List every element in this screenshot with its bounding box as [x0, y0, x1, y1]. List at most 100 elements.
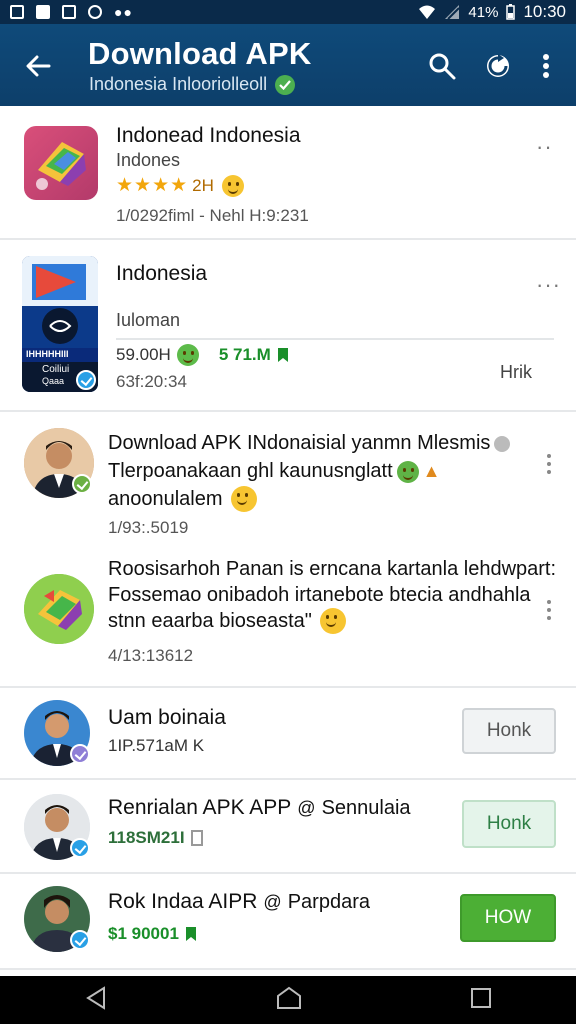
icon-label-top: IHHHHHIII [26, 349, 69, 359]
action-link[interactable]: Hrik [500, 362, 532, 383]
shield-icon [88, 5, 102, 19]
more-vert-icon[interactable] [546, 454, 552, 474]
at-icon: @ [297, 797, 316, 818]
at-icon: @ [263, 891, 282, 912]
globe-icon [494, 435, 511, 452]
app-date: 1/0292fiml - Nehl H:9:231 [116, 206, 309, 225]
search-icon [429, 53, 456, 80]
image-icon [36, 5, 50, 19]
app-name: Indonead Indonesia [116, 124, 301, 147]
user-name: Rok Indaa AIPR [108, 890, 258, 913]
app-date: 63f:20:34 [116, 372, 187, 391]
user-name-line: Rok Indaa AIPR @ Parpdara [108, 890, 370, 914]
user-meta-line: $1 90001 [108, 924, 197, 944]
more-vert-icon [543, 54, 549, 78]
app-stats: 59.00H 5 71.M [116, 344, 289, 366]
fire-icon: ▲ [422, 461, 441, 481]
post-line-2: Tlerpoanakaan ghl kaunusnglatt ▲ [108, 460, 440, 483]
smile-emoji-icon [221, 174, 244, 197]
user-row[interactable]: Renrialan APK APP @ Sennulaia 118SM21I H… [0, 780, 576, 874]
status-bar: ●● 41% 10:30 [0, 0, 576, 24]
post-text: stnn eaarba bioseasta" [108, 609, 312, 632]
app-size: 59.00H [116, 345, 171, 364]
wifi-icon [419, 5, 436, 19]
app-rating: ★★★★ 2H [116, 174, 244, 197]
nav-recents-button[interactable] [470, 987, 492, 1014]
play-store-icon: IHHHHHIII Coiliui Qaaa [22, 256, 98, 392]
download-badge-icon [185, 927, 196, 941]
refresh-button[interactable] [480, 48, 516, 84]
nav-back-button[interactable] [84, 985, 108, 1015]
user-meta: 1IP.571aM K [108, 736, 205, 755]
post-text: Download APK INdonaisial yanmn Mlesmis [108, 432, 491, 454]
lock-icon [190, 830, 203, 846]
download-badge-icon [277, 348, 288, 362]
app-downloads: 5 71.M [218, 345, 271, 364]
user-name: Renrialan APK APP [108, 796, 292, 819]
verified-badge-icon [76, 370, 96, 390]
system-nav-bar [0, 976, 576, 1024]
more-options-button[interactable] [528, 48, 564, 84]
honk-button[interactable]: Honk [462, 800, 556, 848]
grin-emoji-icon [396, 460, 419, 483]
user-row[interactable]: Uam boinaia 1IP.571aM K Honk [0, 688, 576, 780]
more-vert-icon[interactable] [546, 600, 552, 620]
post-text: Tlerpoanakaan ghl kaunusnglatt [108, 460, 393, 482]
rating-text: 2H [192, 175, 214, 195]
verified-badge-icon [70, 838, 90, 858]
verified-badge-icon [70, 930, 90, 950]
user-name: Uam boinaia [108, 706, 226, 729]
icon-label-bottom: Coiliui [42, 364, 70, 375]
app-card[interactable]: Indonead Indonesia Indones ★★★★ 2H 1/029… [0, 106, 576, 240]
user-handle: Parpdara [287, 890, 370, 913]
refresh-icon [487, 54, 509, 77]
icon-label-bottom2: Qaaa [42, 376, 65, 386]
battery-percent: 41% [468, 3, 499, 21]
verified-badge-icon [72, 474, 92, 494]
search-button[interactable] [424, 48, 460, 84]
user-meta-line: 118SM21I [108, 828, 203, 848]
more-horiz-icon[interactable]: ·· [536, 134, 553, 160]
back-triangle-icon [86, 985, 105, 1010]
post-card[interactable]: Download APK INdonaisial yanmn Mlesmis T… [0, 412, 576, 542]
folded-colors-icon [24, 126, 98, 200]
post-line-3: anoonulalem [108, 486, 257, 512]
page-title: Download APK [88, 36, 312, 71]
app-developer: Iuloman [116, 310, 181, 330]
honk-button[interactable]: Honk [462, 708, 556, 754]
rating-stars-icon: ★★★★ [116, 175, 189, 196]
post-date: 1/93:.5019 [108, 518, 189, 537]
smile-emoji-icon [319, 608, 346, 634]
subtitle-text: Indonesia Inlooriolleoll [89, 74, 268, 94]
chat-icon [62, 5, 76, 19]
nav-home-button[interactable] [276, 986, 302, 1015]
post-line-1: Download APK INdonaisial yanmn Mlesmis [108, 432, 511, 455]
post-date: 4/13:13612 [108, 646, 194, 665]
divider [116, 338, 554, 340]
verified-badge-icon [70, 744, 90, 764]
app-card[interactable]: IHHHHHIII Coiliui Qaaa Indonesia Iuloman… [0, 240, 576, 412]
back-arrow-icon [26, 55, 51, 77]
gallery-icon [10, 5, 24, 19]
app-name: Indonesia [116, 262, 208, 285]
verified-check-icon [275, 74, 296, 95]
how-button[interactable]: HOW [460, 894, 556, 942]
post-text: anoonulalem [108, 487, 223, 510]
page-subtitle: Indonesia Inlooriolleoll [89, 74, 296, 95]
signal-icon [445, 5, 461, 20]
app-developer: Indones [116, 150, 181, 170]
clock: 10:30 [523, 2, 566, 21]
post-line-2: Fossemao onibadoh irtanebote btecia andh… [108, 584, 531, 606]
user-row[interactable]: Rok Indaa AIPR @ Parpdara $1 90001 HOW [0, 874, 576, 970]
recents-square-icon [471, 987, 491, 1008]
post-line-3: stnn eaarba bioseasta" [108, 608, 346, 634]
more-horiz-icon[interactable]: ··· [536, 272, 561, 298]
smile-emoji-icon [230, 486, 257, 512]
back-button[interactable] [20, 48, 56, 84]
more-notifications-icon: ●● [114, 4, 133, 20]
home-icon [277, 986, 301, 1009]
folded-colors-avatar-icon [24, 574, 94, 644]
user-meta: 118SM21I [108, 828, 185, 847]
post-card[interactable]: Roosisarhoh Panan is erncana kartanla le… [0, 542, 576, 688]
battery-icon [506, 4, 516, 20]
